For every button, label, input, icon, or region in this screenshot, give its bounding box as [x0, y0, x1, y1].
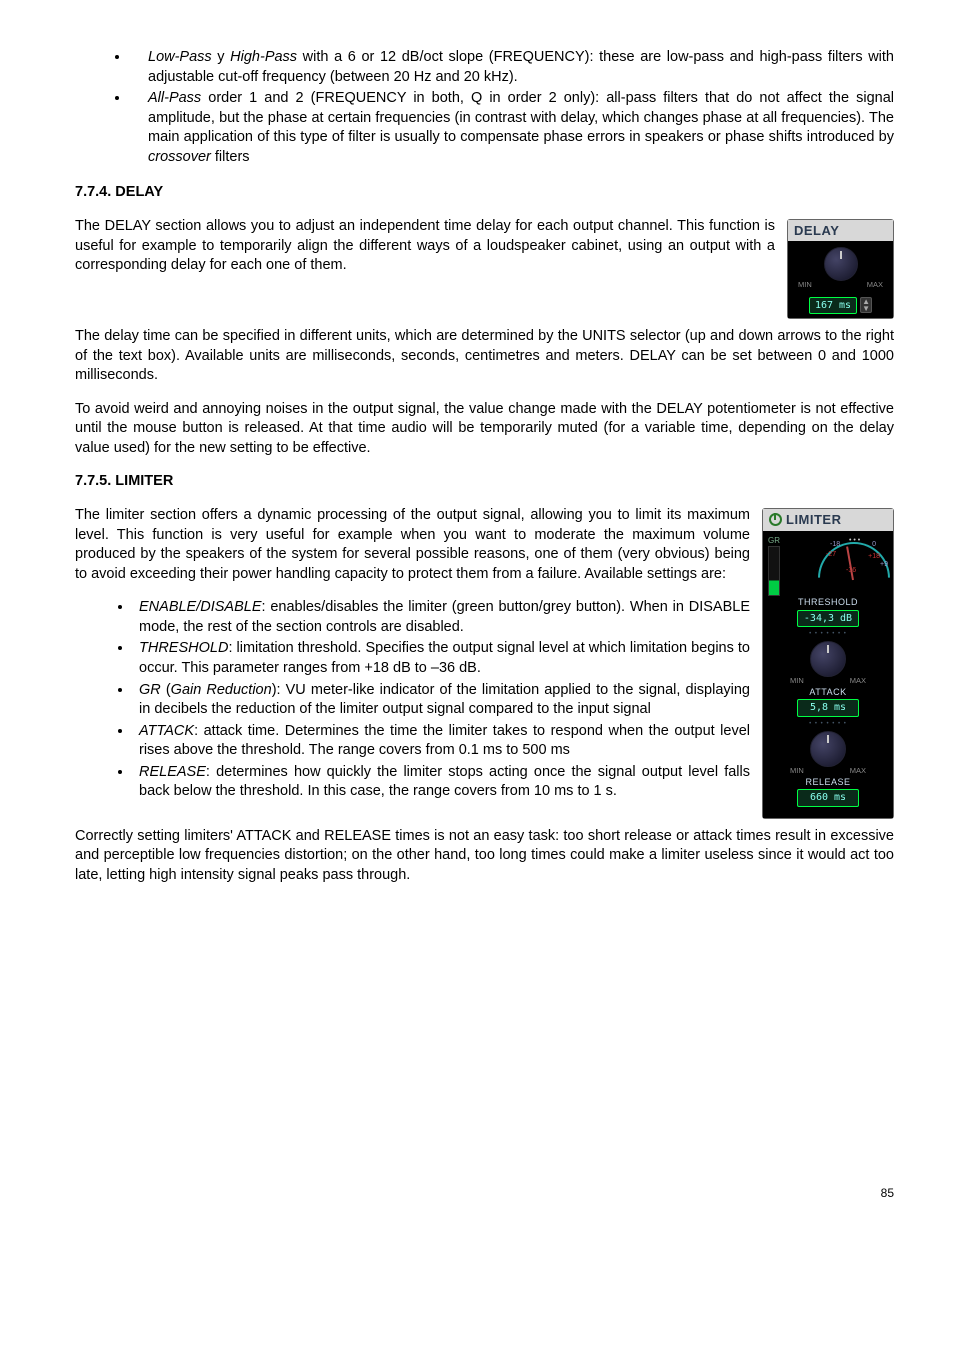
threshold-value[interactable]: -34,3 dB [797, 610, 859, 628]
text: : attack time. Determines the time the l… [139, 723, 750, 759]
setting-name: RELEASE [139, 764, 206, 780]
text: ( [161, 682, 171, 698]
units-spinner[interactable]: ▲ ▼ [860, 297, 872, 313]
filter-name: All-Pass [148, 90, 201, 106]
list-item: All-Pass order 1 and 2 (FREQUENCY in bot… [130, 89, 894, 167]
text: y [212, 49, 231, 65]
list-item: Low-Pass y High-Pass with a 6 or 12 dB/o… [130, 48, 894, 87]
delay-paragraph-2: The delay time can be specified in diffe… [75, 327, 894, 386]
max-label: MAX [850, 766, 866, 776]
gauge-tick: -18 [830, 540, 840, 549]
filter-name: Low-Pass [148, 49, 212, 65]
delay-knob[interactable] [824, 247, 858, 281]
text: : determines how quickly the limiter sto… [139, 764, 750, 800]
limiter-closing: Correctly setting limiters' ATTACK and R… [75, 827, 894, 886]
delay-knob-area: MIN MAX [788, 241, 893, 294]
text: order 1 and 2 (FREQUENCY in both, Q in o… [148, 90, 894, 145]
power-icon[interactable] [769, 513, 782, 526]
section-heading-delay: 7.7.4. DELAY [75, 183, 894, 203]
release-label: RELEASE [768, 776, 888, 788]
setting-name: ATTACK [139, 723, 194, 739]
text: : limitation threshold. Specifies the ou… [139, 640, 750, 676]
release-value[interactable]: 660 ms [797, 789, 859, 807]
attack-value[interactable]: 5,8 ms [797, 699, 859, 717]
max-label: MAX [867, 280, 883, 290]
attack-knob[interactable] [810, 641, 846, 677]
min-label: MIN [790, 766, 804, 776]
setting-name: ENABLE/DISABLE [139, 599, 262, 615]
delay-paragraph-1: The DELAY section allows you to adjust a… [75, 217, 894, 276]
limiter-panel: LIMITER GR -18 • • • 0 +9 -27 -36 [762, 508, 894, 819]
gauge-tick: 0 [872, 540, 876, 549]
attack-label: ATTACK [768, 686, 888, 698]
delay-value[interactable]: 167 ms [809, 297, 857, 315]
filter-type-list: Low-Pass y High-Pass with a 6 or 12 dB/o… [75, 48, 894, 167]
delay-paragraph-3: To avoid weird and annoying noises in th… [75, 400, 894, 459]
section-heading-limiter: 7.7.5. LIMITER [75, 472, 894, 492]
min-label: MIN [790, 676, 804, 686]
max-label: MAX [850, 676, 866, 686]
knob-range-labels: MIN MAX [792, 280, 889, 290]
gauge-tick: -27 [826, 550, 836, 559]
delay-panel: DELAY MIN MAX 167 ms ▲ ▼ [787, 219, 894, 319]
text: filters [211, 149, 250, 165]
limiter-panel-title: LIMITER [786, 511, 842, 529]
release-knob[interactable] [810, 731, 846, 767]
page-number: 85 [75, 1185, 894, 1201]
spinner-down-icon[interactable]: ▼ [861, 305, 871, 312]
setting-name: GR [139, 682, 161, 698]
italic-term: crossover [148, 149, 211, 165]
min-label: MIN [798, 280, 812, 290]
setting-name: THRESHOLD [139, 640, 228, 656]
threshold-label: THRESHOLD [768, 596, 888, 608]
threshold-gauge: -18 • • • 0 +9 -27 -36 +18 [816, 536, 888, 582]
gr-meter [768, 546, 780, 596]
setting-expansion: Gain Reduction [171, 682, 272, 698]
filter-name: High-Pass [230, 49, 297, 65]
gr-label: GR [768, 536, 780, 547]
gauge-tick: +18 [868, 552, 880, 561]
gauge-tick: +9 [880, 560, 888, 569]
delay-panel-title: DELAY [788, 220, 893, 242]
